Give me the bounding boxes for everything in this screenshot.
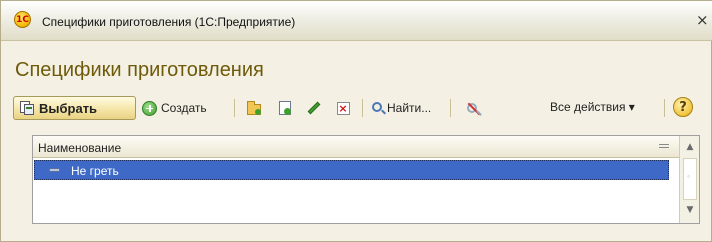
delete-button[interactable]: × bbox=[335, 100, 351, 116]
item-icon bbox=[49, 168, 60, 172]
toolbar-divider bbox=[450, 99, 451, 117]
select-icon bbox=[19, 100, 35, 116]
app-logo-icon[interactable]: 1С bbox=[14, 11, 31, 28]
edit-button[interactable] bbox=[306, 100, 322, 116]
search-icon bbox=[372, 101, 382, 112]
copy-icon bbox=[279, 101, 291, 115]
clear-search-icon bbox=[467, 103, 477, 113]
toolbar-divider bbox=[664, 99, 665, 117]
page-title: Специфики приготовления bbox=[15, 59, 264, 81]
create-folder-button[interactable] bbox=[246, 100, 262, 116]
help-icon[interactable]: ? bbox=[673, 97, 693, 117]
edit-icon bbox=[307, 101, 321, 115]
window-title: Специфики приготовления (1С:Предприятие) bbox=[42, 15, 296, 29]
select-button[interactable]: Выбрать bbox=[13, 96, 136, 120]
list-table: Наименование Не греть ▲ ▼ bbox=[32, 135, 700, 224]
all-actions-menu[interactable]: Все действия ▾ bbox=[550, 100, 635, 114]
title-bar[interactable]: 1С Специфики приготовления (1С:Предприят… bbox=[1, 1, 712, 41]
create-button[interactable]: Создать bbox=[142, 96, 207, 120]
create-button-label: Создать bbox=[161, 101, 207, 115]
toolbar-divider bbox=[234, 99, 235, 117]
find-button-label: Найти... bbox=[387, 101, 432, 115]
app-window: 1С Специфики приготовления (1С:Предприят… bbox=[0, 0, 712, 242]
find-button[interactable]: Найти... bbox=[372, 96, 431, 120]
scroll-thumb[interactable] bbox=[683, 158, 697, 200]
toolbar-divider bbox=[362, 99, 363, 117]
select-button-label: Выбрать bbox=[39, 100, 98, 116]
column-header-name[interactable]: Наименование bbox=[38, 141, 121, 155]
sort-icon[interactable] bbox=[659, 144, 669, 151]
delete-icon: × bbox=[336, 101, 350, 115]
create-icon bbox=[142, 100, 157, 116]
clear-search-button[interactable] bbox=[464, 100, 480, 116]
row-name: Не греть bbox=[71, 164, 119, 178]
close-icon[interactable]: × bbox=[696, 13, 710, 28]
toolbar: Выбрать Создать × Найти... Все действия … bbox=[13, 96, 703, 122]
vertical-scrollbar[interactable]: ▲ ▼ bbox=[679, 136, 699, 223]
scroll-up-icon[interactable]: ▲ bbox=[685, 142, 695, 152]
copy-button[interactable] bbox=[277, 100, 293, 116]
scroll-down-icon[interactable]: ▼ bbox=[685, 205, 695, 215]
table-row[interactable]: Не греть bbox=[34, 160, 669, 180]
create-folder-icon bbox=[247, 101, 261, 115]
table-header: Наименование bbox=[33, 136, 679, 158]
